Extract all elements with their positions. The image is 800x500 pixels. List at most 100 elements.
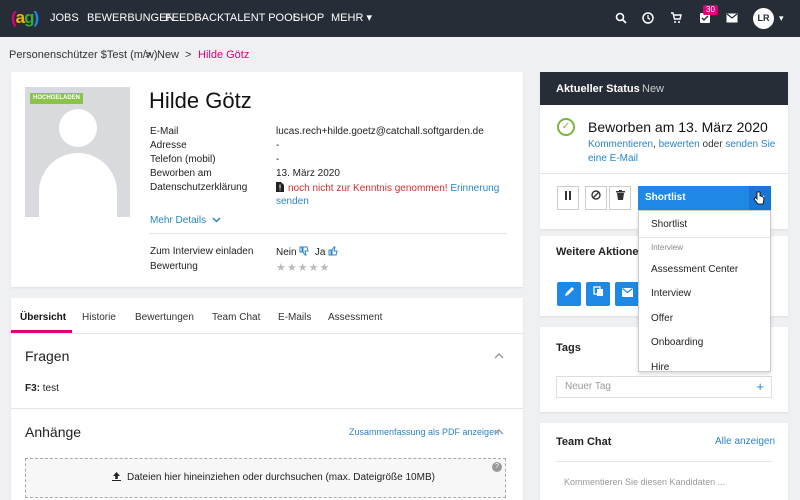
rate-link[interactable]: bewerten [659,139,700,150]
privacy-label: Datenschutzerklärung [150,182,248,193]
uploaded-badge: HOCHGELADEN [30,93,84,104]
interview-vote: Nein Ja [276,246,338,258]
status-value: New [642,83,665,95]
breadcrumb-job[interactable]: Personenschützer $Test (m/w) [9,49,158,61]
applied-value: 13. März 2020 [276,168,340,179]
comment-link[interactable]: Kommentieren [588,139,653,150]
dropdown-option-shortlist[interactable]: Shortlist [651,219,687,230]
applied-label: Beworben am [150,168,212,179]
reminder-link[interactable]: Erinnerung [450,183,499,194]
tags-title: Tags [556,342,581,354]
more-details-link[interactable]: Mehr Details [150,215,221,226]
pencil-icon [564,287,574,296]
add-tag-icon[interactable]: + [756,377,764,397]
dropdown-option-onboarding[interactable]: Onboarding [651,337,703,348]
chevron-down-icon [212,217,221,223]
nav-shop[interactable]: SHOP [293,12,324,25]
status-select-value: Shortlist [645,192,686,203]
breadcrumb-separator: > [145,49,152,61]
new-tag-input[interactable]: Neuer Tag + [556,376,772,398]
chat-input[interactable]: Kommentieren Sie diesen Kandidaten ... [564,477,725,487]
dropdown-option-offer[interactable]: Offer [651,313,673,324]
email-label: E-Mail [150,126,179,137]
file-dropzone[interactable]: ? Dateien hier hineinziehen oder durchsu… [25,458,506,498]
divider [11,333,523,334]
chevron-up-icon[interactable] [494,427,504,437]
chevron-up-icon[interactable] [494,351,504,361]
nav-bewerbungen[interactable]: BEWERBUNGEN [87,12,174,25]
candidate-photo[interactable] [25,87,130,217]
tab-ratings[interactable]: Bewertungen [135,312,194,323]
tab-history[interactable]: Historie [82,312,116,323]
status-dropdown-menu: Shortlist Interview Assessment Center In… [638,210,771,372]
top-nav: (ag) JOBS BEWERBUNGEN FEEDBACK TALENT PO… [0,0,800,37]
help-icon[interactable]: ? [492,462,502,472]
actions-title: Weitere Aktionen [556,246,646,258]
mail-icon [621,288,633,297]
show-all-link[interactable]: Alle anzeigen [715,436,775,447]
pause-icon [565,191,571,200]
question-item: F3: test [25,383,59,394]
pause-button[interactable] [557,186,579,210]
clock-icon[interactable] [641,12,655,26]
dropdown-option-interview[interactable]: Interview [651,288,691,299]
trash-icon [615,190,625,200]
divider [540,173,788,174]
breadcrumb-stage[interactable]: New [157,49,179,61]
document-alert-icon [276,182,284,192]
block-icon [591,190,601,200]
dropdown-option-assessment-center[interactable]: Assessment Center [651,264,738,275]
send-reminder-link[interactable]: senden [276,196,309,207]
pdf-summary-link[interactable]: Zusammenfassung als PDF anzeigen [349,427,499,437]
mail-icon[interactable] [725,12,739,26]
phone-value: - [276,154,280,165]
address-value: - [276,140,280,151]
user-avatar[interactable]: LR [753,8,774,29]
send-email-link-2[interactable]: eine E-Mail [588,153,638,164]
nav-talent-pool[interactable]: TALENT POOL [224,12,299,25]
nav-mehr[interactable]: MEHR ▾ [331,12,372,25]
nav-jobs[interactable]: JOBS [50,12,79,25]
tab-assessment[interactable]: Assessment [328,312,382,323]
thumbs-up-icon[interactable] [328,246,338,256]
no-label: Nein [276,247,297,258]
cart-icon[interactable] [669,12,683,26]
divider [149,233,507,234]
send-email-link[interactable]: senden Sie [725,139,775,150]
thumbs-down-icon[interactable] [299,246,309,256]
status-header: Aktueller Status New [540,72,788,105]
breadcrumb-current: Hilde Götz [198,49,250,61]
check-circle-icon: ✓ [557,118,575,136]
dropdown-group-interview: Interview [651,243,684,252]
dropzone-text: Dateien hier hineinziehen oder durchsuch… [112,472,435,483]
questions-title: Fragen [25,348,70,364]
nav-feedback[interactable]: FEEDBACK [165,12,224,25]
candidate-name: Hilde Götz [149,88,252,113]
dropdown-option-hire[interactable]: Hire [651,362,669,371]
cursor-hand-icon [753,191,765,205]
status-headline: Beworben am 13. März 2020 [588,119,768,135]
delete-button[interactable] [609,186,631,210]
search-icon[interactable] [614,12,628,26]
tab-emails[interactable]: E-Mails [278,312,311,323]
status-actions-text: Kommentieren, bewerten oder senden Sie [588,139,776,150]
rating-stars[interactable]: ★★★★★ [276,261,330,274]
email-button[interactable] [615,282,639,306]
status-select[interactable]: Shortlist [638,186,771,210]
divider [11,408,523,409]
divider [556,461,772,462]
email-value[interactable]: lucas.rech+hilde.goetz@catchall.softgard… [276,126,484,137]
chevron-down-icon[interactable]: ▾ [779,12,784,25]
rating-label: Bewertung [150,261,198,272]
interview-invite-label: Zum Interview einladen [150,246,254,257]
copy-button[interactable] [586,282,610,306]
status-title: Aktueller Status [556,83,640,95]
softgarden-logo[interactable]: (ag) [11,7,39,29]
privacy-value: noch nicht zur Kenntnis genommen! Erinne… [276,182,499,194]
edit-button[interactable] [557,282,581,306]
tab-overview[interactable]: Übersicht [20,312,66,323]
tab-team-chat[interactable]: Team Chat [212,312,260,323]
reject-button[interactable] [585,186,607,210]
upload-icon [112,472,121,481]
yes-label: Ja [314,247,326,258]
